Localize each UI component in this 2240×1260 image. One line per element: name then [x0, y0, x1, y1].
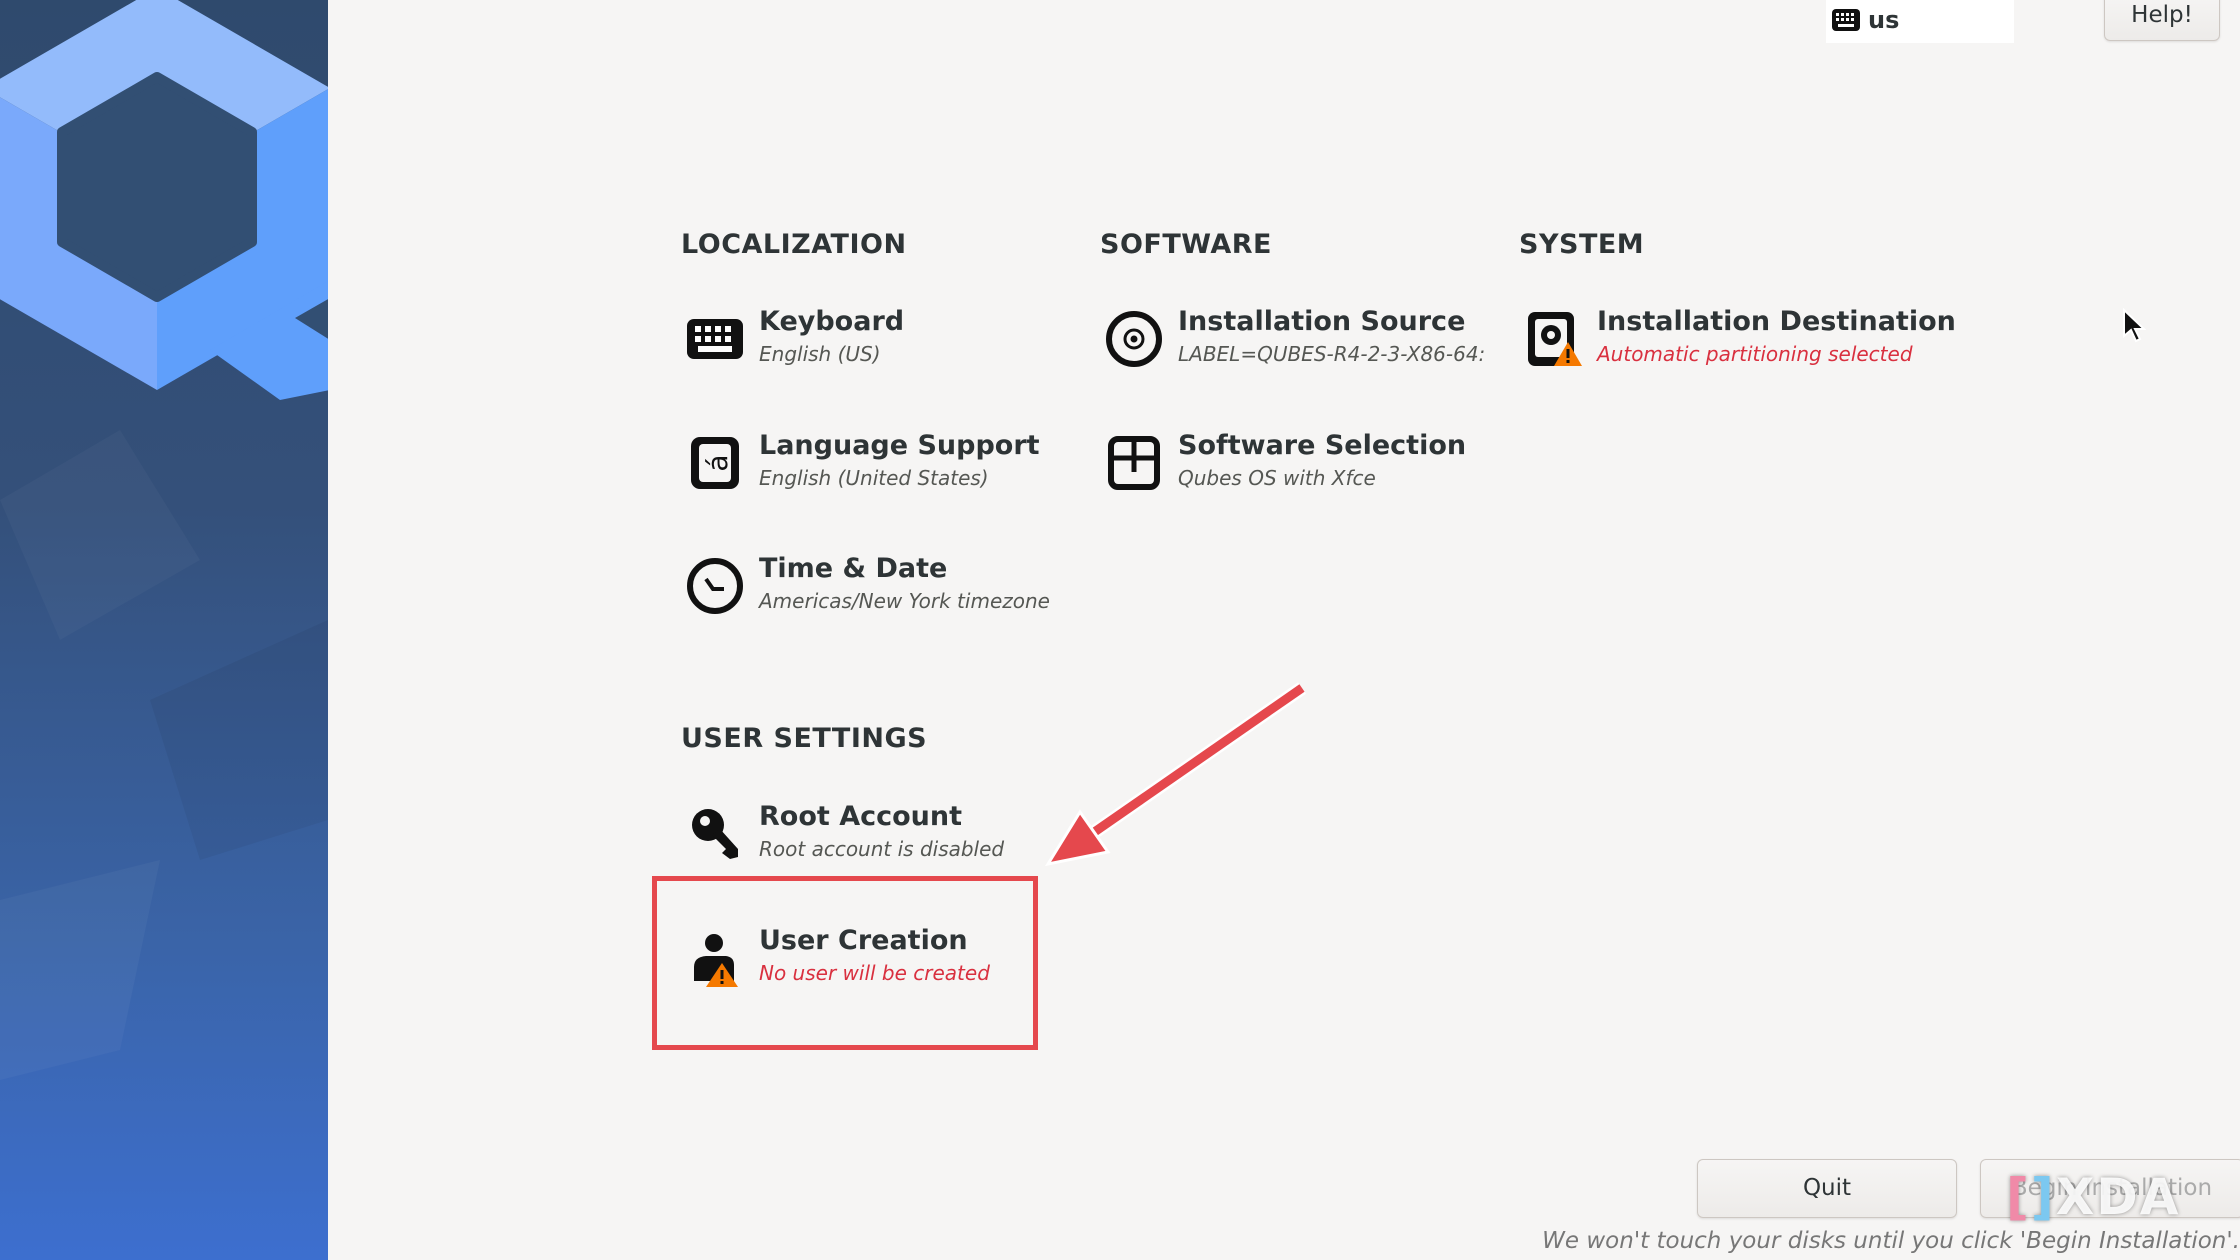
- quit-button[interactable]: Quit: [1697, 1159, 1957, 1218]
- footer-note: We won't touch your disks until you clic…: [1542, 1228, 2240, 1254]
- xda-watermark: []XDA: [2006, 1168, 2181, 1226]
- mouse-cursor-icon: [2123, 308, 2146, 343]
- annotation-arrow: [1044, 682, 1306, 867]
